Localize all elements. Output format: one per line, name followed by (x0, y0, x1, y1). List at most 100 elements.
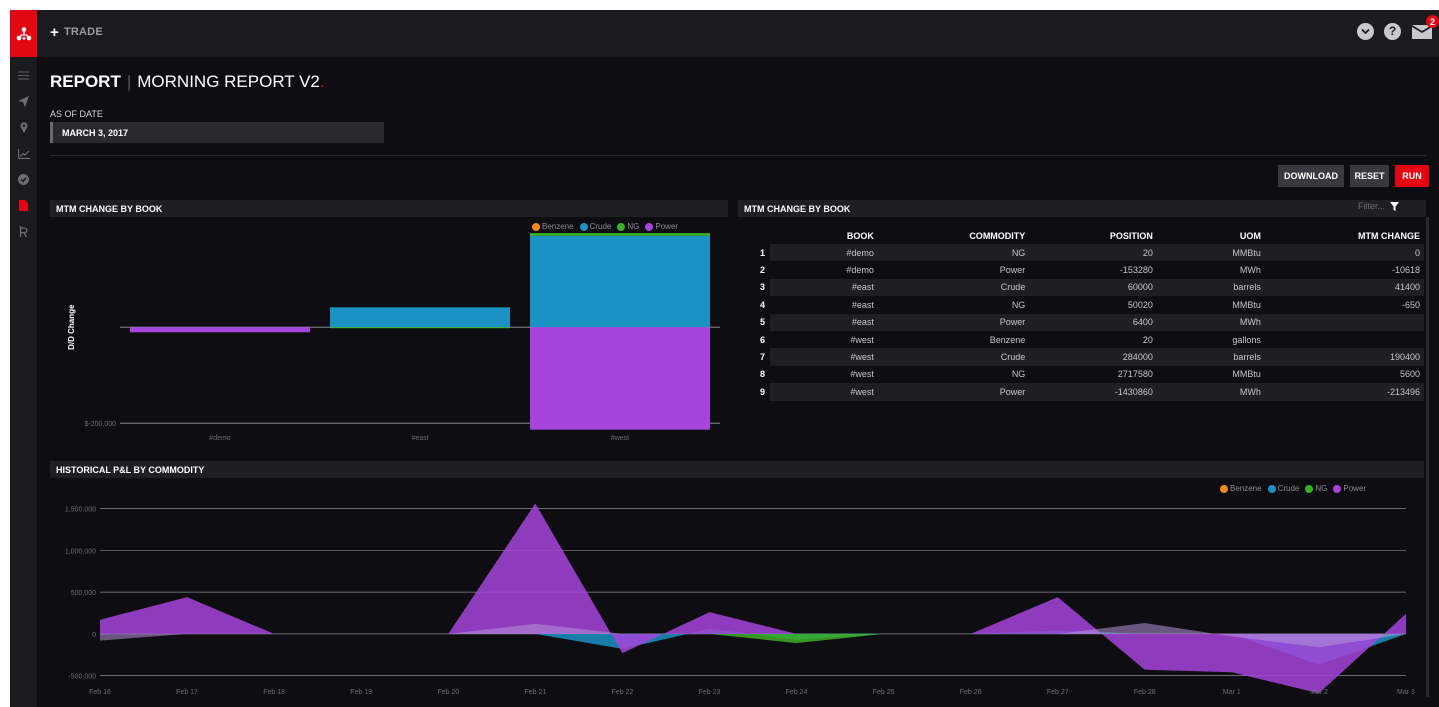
col-position[interactable]: POSITION (1029, 228, 1157, 244)
x-tick-label: Mar 3 (1397, 689, 1415, 696)
col-book[interactable]: BOOK (770, 228, 878, 244)
row-index: 3 (760, 282, 766, 293)
cell-book: #east (851, 299, 874, 310)
table-row[interactable]: 3 #east Crude 60000 barrels 41400 (740, 278, 1424, 297)
table-filter[interactable]: Filter... (1358, 201, 1400, 211)
cell-position: -153280 (1119, 265, 1153, 276)
row-index: 2 (760, 265, 766, 276)
chevron-down-icon[interactable] (1357, 22, 1374, 40)
row-index: 7 (760, 352, 766, 363)
table-row[interactable]: 2 #demo Power -153280 MWh -10618 (740, 261, 1424, 278)
table-row[interactable]: 1 #demo NG 20 MMBtu 0 (740, 244, 1424, 262)
run-button[interactable]: RUN (1395, 165, 1429, 187)
table-row[interactable]: 5 #east Power 6400 MWh (740, 313, 1424, 331)
cell-book: #demo (846, 265, 874, 276)
table-row[interactable]: 7 #west Crude 284000 barrels 190400 (740, 348, 1424, 366)
legend-swatch (1305, 484, 1314, 493)
bar-legend: Benzene Crude NG Power (532, 222, 678, 231)
cell-mtm-change: -10618 (1391, 265, 1420, 276)
top-icons: ? 2 (1357, 15, 1439, 40)
cell-commodity: Power (877, 383, 1030, 401)
legend-label: Benzene (1230, 484, 1262, 493)
trade-label: TRADE (63, 26, 103, 38)
report-icon[interactable] (16, 198, 31, 213)
x-tick-label: Feb 16 (89, 689, 111, 696)
row-index: 8 (760, 369, 766, 380)
legend-label: Crude (589, 222, 612, 231)
col-uom[interactable]: UOM (1157, 228, 1265, 244)
x-tick-label: Feb 27 (1047, 689, 1069, 696)
cell-uom: MWh (1156, 313, 1265, 331)
table-panel-header: MTM CHANGE BY BOOK (738, 200, 1426, 217)
map-pin-icon[interactable] (16, 120, 31, 135)
cell-book: #west (850, 369, 874, 380)
line-chart-icon[interactable] (16, 146, 31, 161)
bar-legend-item[interactable]: Crude (579, 222, 612, 231)
col-mtm-change[interactable]: MTM CHANGE (1265, 228, 1424, 244)
cell-book: #west (769, 348, 878, 366)
history-legend-item[interactable]: Power (1333, 484, 1366, 493)
cell-commodity: Power (877, 313, 1030, 331)
legend-swatch (579, 222, 588, 231)
trade-button[interactable]: + TRADE (50, 23, 103, 41)
send-icon[interactable] (16, 94, 31, 109)
x-tick-label: Mar 2 (1310, 689, 1328, 696)
legend-label: Crude (1277, 484, 1300, 493)
header-divider (50, 155, 1426, 156)
title-separator: | (126, 72, 132, 91)
top-bar: + TRADE ? 2 (10, 10, 1439, 57)
legend-label: Power (655, 222, 679, 231)
reset-button[interactable]: RESET (1350, 165, 1389, 187)
x-tick-label: Mar 1 (1223, 689, 1241, 696)
filter-icon[interactable] (1390, 201, 1400, 211)
cell-position: 20 (1029, 244, 1157, 262)
table-row[interactable]: 9 #west Power -1430860 MWh -213496 (740, 383, 1424, 401)
cell-position: 50020 (1127, 299, 1153, 310)
bar-legend-item[interactable]: Power (645, 222, 678, 231)
bar-ng (330, 327, 510, 329)
bar-legend-item[interactable]: Benzene (532, 222, 574, 231)
as-of-date-field[interactable]: MARCH 3, 2017 (50, 122, 384, 143)
history-legend-item[interactable]: NG (1305, 484, 1327, 493)
col-commodity[interactable]: COMMODITY (878, 228, 1029, 244)
legend-swatch (1267, 484, 1276, 493)
row-index: 4 (760, 299, 766, 310)
cell-mtm-change: 0 (1264, 244, 1424, 262)
historical-pl-chart: -500,000 0 500,000 1,000,000 1,500,000 Feb 16… (65, 503, 1415, 696)
legend-label: NG (627, 222, 640, 231)
row-index: 5 (760, 317, 766, 328)
table-row[interactable]: 8 #west NG 2717580 MMBtu 5600 (740, 366, 1424, 383)
check-circle-icon[interactable] (16, 172, 31, 187)
logo-icon (16, 26, 31, 40)
cell-book: #east (769, 313, 878, 331)
history-legend: Benzene Crude NG Power (1220, 484, 1366, 493)
filter-input[interactable]: Filter... (1358, 201, 1385, 211)
table-row[interactable]: 4 #east NG 50020 MMBtu -650 (740, 296, 1424, 313)
app-logo[interactable] (10, 10, 37, 57)
x-tick-label: Feb 28 (1134, 689, 1156, 696)
bar-legend-item[interactable]: NG (617, 222, 639, 231)
cell-commodity: NG (1011, 299, 1026, 310)
x-tick-label: #west (611, 435, 629, 442)
title-dot: . (319, 72, 325, 91)
mail-icon[interactable]: 2 (1411, 15, 1439, 40)
help-icon[interactable]: ? (1384, 22, 1401, 40)
menu-icon[interactable] (16, 68, 31, 83)
mtm-bar-chart: $-200,000 D/D Change #demo #east #west (67, 233, 720, 442)
history-legend-item[interactable]: Benzene (1220, 484, 1262, 493)
table-row[interactable]: 6 #west Benzene 20 gallons (740, 331, 1424, 348)
legend-swatch (1220, 484, 1228, 493)
pipeline-icon[interactable] (16, 224, 31, 239)
cell-mtm-change (1264, 313, 1424, 331)
history-legend-item[interactable]: Crude (1267, 484, 1300, 493)
x-tick-label: Feb 26 (960, 689, 982, 696)
y-tick-label: -500,000 (68, 674, 96, 681)
bar-crude (530, 235, 710, 328)
cell-commodity: NG (877, 244, 1030, 262)
cell-position: 2717580 (1117, 369, 1153, 380)
cell-uom: MMBtu (1156, 244, 1265, 262)
legend-label: NG (1315, 484, 1328, 493)
plus-icon: + (50, 23, 59, 41)
download-button[interactable]: DOWNLOAD (1278, 165, 1344, 187)
legend-label: Power (1343, 484, 1367, 493)
